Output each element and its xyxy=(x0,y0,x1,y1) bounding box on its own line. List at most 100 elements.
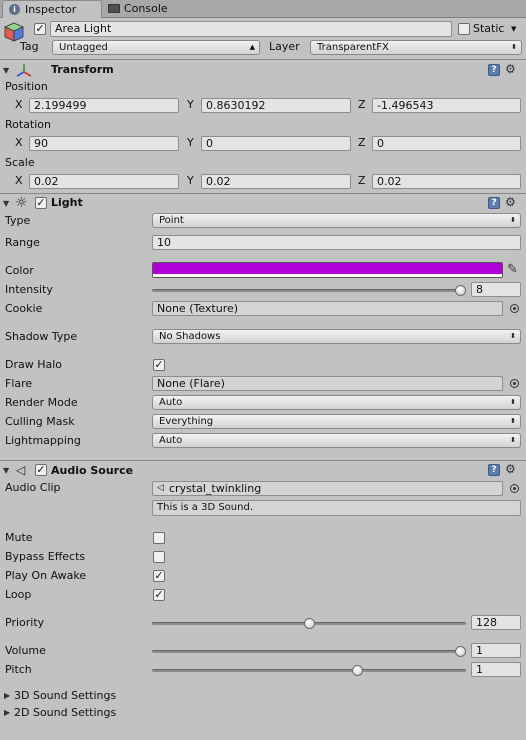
scale-y-field[interactable]: 0.02 xyxy=(201,174,351,189)
static-dropdown-icon[interactable]: ▼ xyxy=(511,22,516,36)
volume-label: Volume xyxy=(5,644,46,657)
volume-field[interactable]: 1 xyxy=(471,643,521,658)
object-picker-icon[interactable] xyxy=(510,484,519,493)
color-swatch[interactable] xyxy=(152,262,503,278)
light-title: Light xyxy=(51,196,83,209)
lightmapping-dropdown[interactable]: Auto ⬍ xyxy=(152,433,521,448)
gear-icon[interactable]: ⚙ xyxy=(505,63,516,75)
speaker-icon: ◁ xyxy=(16,463,26,477)
audio-enabled-checkbox[interactable]: ✓ xyxy=(35,464,47,476)
gear-icon[interactable]: ⚙ xyxy=(505,196,516,208)
volume-slider-thumb[interactable] xyxy=(455,646,466,657)
cookie-field[interactable]: None (Texture) xyxy=(152,301,503,316)
layer-label: Layer xyxy=(269,40,300,53)
transform-title: Transform xyxy=(51,63,114,76)
play-on-awake-checkbox[interactable]: ✓ xyxy=(153,570,165,582)
chevron-updown-icon: ⬍ xyxy=(510,417,516,425)
console-icon xyxy=(108,4,120,13)
3d-sound-settings-foldout[interactable]: 3D Sound Settings xyxy=(14,689,116,703)
intensity-slider-thumb[interactable] xyxy=(455,285,466,296)
intensity-field[interactable]: 8 xyxy=(471,282,521,297)
rotation-y-field[interactable]: 0 xyxy=(201,136,351,151)
range-label: Range xyxy=(5,236,40,249)
intensity-slider-track[interactable] xyxy=(152,289,466,292)
pitch-field[interactable]: 1 xyxy=(471,662,521,677)
rotation-x-field[interactable]: 90 xyxy=(29,136,179,151)
type-dropdown[interactable]: Point ⬍ xyxy=(152,213,521,228)
position-z-field[interactable]: -1.496543 xyxy=(372,98,521,113)
layer-dropdown[interactable]: TransparentFX ⬍ xyxy=(310,40,522,55)
help-icon[interactable]: ? xyxy=(488,197,500,209)
type-value: Point xyxy=(159,215,184,226)
foldout-closed-icon[interactable]: ▶ xyxy=(4,690,10,702)
layer-value: TransparentFX xyxy=(317,42,389,53)
shadow-type-value: No Shadows xyxy=(159,331,221,342)
culling-mask-dropdown[interactable]: Everything ⬍ xyxy=(152,414,521,429)
priority-label: Priority xyxy=(5,616,45,629)
type-label: Type xyxy=(5,214,31,227)
foldout-closed-icon[interactable]: ▶ xyxy=(4,707,10,719)
audio-clip-field[interactable]: ◁ crystal_twinkling xyxy=(152,481,503,496)
audio-clip-icon: ◁ xyxy=(157,483,164,493)
tab-inspector[interactable]: i Inspector xyxy=(2,0,102,18)
object-name-input[interactable]: Area Light xyxy=(50,21,452,37)
light-header[interactable]: ▼ ☼ ✓ Light ? ⚙ xyxy=(0,193,526,213)
audio-source-header[interactable]: ▼ ◁ ✓ Audio Source ? ⚙ xyxy=(0,460,526,480)
position-x-field[interactable]: 2.199499 xyxy=(29,98,179,113)
scale-x-field[interactable]: 0.02 xyxy=(29,174,179,189)
flare-field[interactable]: None (Flare) xyxy=(152,376,503,391)
position-y-label: Y xyxy=(187,98,194,111)
tab-inspector-label: Inspector xyxy=(25,3,77,16)
render-mode-dropdown[interactable]: Auto ⬍ xyxy=(152,395,521,410)
chevron-updown-icon: ⬍ xyxy=(510,398,516,406)
render-mode-label: Render Mode xyxy=(5,396,78,409)
priority-slider-thumb[interactable] xyxy=(303,618,315,629)
shadow-type-dropdown[interactable]: No Shadows ⬍ xyxy=(152,329,521,344)
rotation-z-field[interactable]: 0 xyxy=(372,136,521,151)
chevron-updown-icon: ⬍ xyxy=(510,332,516,340)
mute-checkbox[interactable] xyxy=(153,532,165,544)
foldout-open-icon[interactable]: ▼ xyxy=(3,199,9,209)
pitch-slider-thumb[interactable] xyxy=(351,665,363,676)
draw-halo-checkbox[interactable]: ✓ xyxy=(153,359,165,371)
culling-mask-label: Culling Mask xyxy=(5,415,75,428)
position-label: Position xyxy=(5,80,48,93)
object-picker-icon[interactable] xyxy=(510,379,519,388)
info-icon: i xyxy=(9,4,20,15)
tag-dropdown[interactable]: Untagged ▲ xyxy=(52,40,260,55)
gear-icon[interactable]: ⚙ xyxy=(505,463,516,475)
pitch-slider-track[interactable] xyxy=(152,669,466,672)
foldout-open-icon[interactable]: ▼ xyxy=(3,66,9,76)
tag-label: Tag xyxy=(20,40,39,53)
position-z-label: Z xyxy=(358,98,366,111)
rotation-x-label: X xyxy=(15,136,23,149)
bypass-effects-checkbox[interactable] xyxy=(153,551,165,563)
static-checkbox[interactable] xyxy=(458,23,470,35)
scale-z-field[interactable]: 0.02 xyxy=(372,174,521,189)
help-icon[interactable]: ? xyxy=(488,64,500,76)
priority-field[interactable]: 128 xyxy=(471,615,521,630)
play-on-awake-label: Play On Awake xyxy=(5,569,87,582)
foldout-open-icon[interactable]: ▼ xyxy=(3,466,9,476)
rotation-z-label: Z xyxy=(358,136,366,149)
position-y-field[interactable]: 0.8630192 xyxy=(201,98,351,113)
audio-clip-value: crystal_twinkling xyxy=(169,482,262,495)
2d-sound-settings-foldout[interactable]: 2D Sound Settings xyxy=(14,706,116,720)
object-active-checkbox[interactable]: ✓ xyxy=(34,23,46,35)
chevron-updown-icon: ⬍ xyxy=(511,43,517,51)
loop-checkbox[interactable]: ✓ xyxy=(153,589,165,601)
culling-mask-value: Everything xyxy=(159,416,214,427)
transform-axes-icon xyxy=(16,63,32,79)
light-enabled-checkbox[interactable]: ✓ xyxy=(35,197,47,209)
static-label: Static xyxy=(473,22,505,35)
transform-header[interactable]: ▼ Transform ? ⚙ xyxy=(0,59,526,81)
loop-label: Loop xyxy=(5,588,32,601)
tab-console[interactable]: Console xyxy=(102,0,182,18)
pitch-label: Pitch xyxy=(5,663,32,676)
volume-slider-track[interactable] xyxy=(152,650,466,653)
range-field[interactable]: 10 xyxy=(152,235,521,250)
help-icon[interactable]: ? xyxy=(488,464,500,476)
eyedropper-icon[interactable]: ✎ xyxy=(507,262,518,277)
rotation-label: Rotation xyxy=(5,118,52,131)
object-picker-icon[interactable] xyxy=(510,304,519,313)
